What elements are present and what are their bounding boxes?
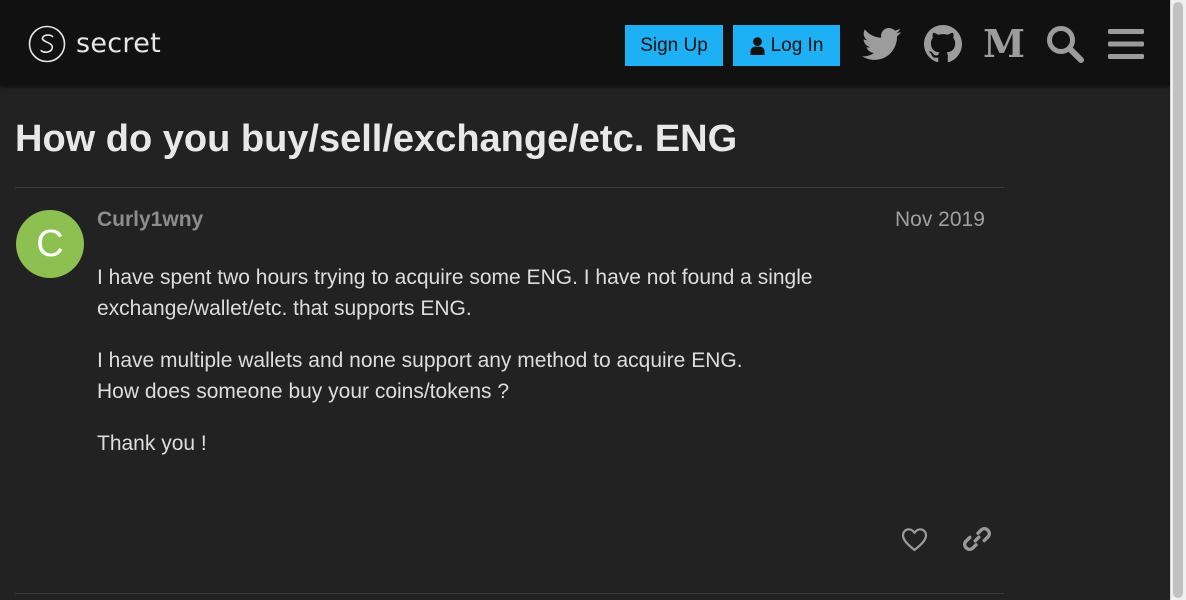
title-divider bbox=[15, 187, 1004, 188]
topic-title[interactable]: How do you buy/sell/exchange/etc. ENG bbox=[15, 118, 737, 161]
post-text-line: Thank you ! bbox=[97, 432, 207, 455]
post-text-line: I have multiple wallets and none support… bbox=[97, 349, 743, 372]
post-date[interactable]: Nov 2019 bbox=[895, 208, 985, 232]
page: secret Sign Up Log In M How do you buy/s… bbox=[0, 0, 1170, 600]
scrollbar-thumb[interactable] bbox=[1173, 2, 1183, 598]
heart-icon bbox=[901, 527, 927, 551]
site-logo[interactable]: secret bbox=[28, 24, 161, 64]
like-button[interactable] bbox=[894, 519, 934, 559]
share-link-button[interactable] bbox=[957, 519, 997, 559]
secret-logo-icon bbox=[28, 25, 66, 63]
log-in-label: Log In bbox=[770, 34, 824, 56]
post-text-line: How does someone buy your coins/tokens ? bbox=[97, 380, 510, 403]
log-in-button[interactable]: Log In bbox=[733, 25, 840, 66]
user-icon bbox=[750, 36, 765, 55]
scrollbar-edge bbox=[1170, 0, 1171, 600]
medium-glyph: M bbox=[982, 21, 1026, 66]
post-username[interactable]: Curly1wny bbox=[97, 208, 203, 232]
sign-up-button[interactable]: Sign Up bbox=[625, 25, 723, 66]
post-text-line: exchange/wallet/etc. that supports ENG. bbox=[97, 297, 472, 320]
hamburger-menu-icon[interactable] bbox=[1104, 22, 1148, 66]
github-icon[interactable] bbox=[921, 22, 965, 66]
post-paragraph: I have spent two hours trying to acquire… bbox=[97, 262, 897, 324]
logo-text: secret bbox=[76, 27, 162, 59]
post-body: I have spent two hours trying to acquire… bbox=[97, 262, 897, 480]
link-icon bbox=[963, 527, 991, 551]
post-paragraph: Thank you ! bbox=[97, 428, 897, 459]
post-text-line: I have spent two hours trying to acquire… bbox=[97, 266, 813, 289]
medium-icon[interactable]: M bbox=[982, 22, 1026, 66]
post-paragraph: I have multiple wallets and none support… bbox=[97, 345, 897, 407]
avatar[interactable]: C bbox=[16, 210, 84, 278]
search-icon[interactable] bbox=[1043, 22, 1087, 66]
site-header: secret Sign Up Log In M bbox=[0, 0, 1170, 86]
twitter-icon[interactable] bbox=[860, 22, 904, 66]
post-divider bbox=[15, 593, 1004, 594]
